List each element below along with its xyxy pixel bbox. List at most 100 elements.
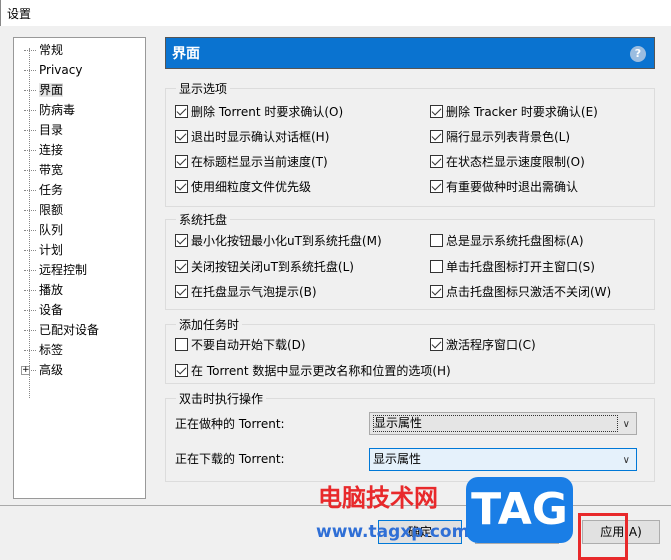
tray-group: 系统托盘 最小化按钮最小化uT到系统托盘(M) 总是显示系统托盘图标(A) 关闭按钮…	[165, 211, 655, 310]
sidebar-item[interactable]: 常规	[24, 41, 63, 59]
option-checkbox[interactable]: 不要自动开始下载(D)	[175, 337, 306, 353]
checkbox-icon[interactable]	[175, 130, 188, 143]
option-label: 在标题栏显示当前速度(T)	[191, 155, 328, 169]
downloading-action-select[interactable]: 显示属性 ∨	[369, 448, 637, 471]
sidebar-item[interactable]: 界面	[24, 81, 64, 99]
checkbox-icon[interactable]	[430, 285, 443, 298]
sidebar-item[interactable]: 播放	[24, 281, 63, 299]
sidebar-item[interactable]: 限额	[24, 201, 63, 219]
tree-connector	[24, 90, 36, 91]
sidebar-item[interactable]: 已配对设备	[24, 321, 99, 339]
option-checkbox[interactable]: 有重要做种时退出需确认	[430, 179, 578, 195]
option-label: 删除 Torrent 时要求确认(O)	[191, 105, 344, 119]
tree-connector	[24, 170, 36, 171]
sidebar-item[interactable]: 队列	[24, 221, 63, 239]
checkbox-icon[interactable]	[175, 259, 188, 273]
checkbox-icon[interactable]	[430, 234, 443, 247]
seeding-action-select[interactable]: 显示属性 ∨	[369, 412, 637, 435]
option-checkbox[interactable]: 最小化按钮最小化uT到系统托盘(M)	[175, 233, 382, 249]
option-checkbox[interactable]: 删除 Tracker 时要求确认(E)	[430, 104, 598, 120]
group-title: 添加任务时	[176, 316, 243, 333]
sidebar-item-label: 标签	[39, 343, 64, 357]
option-label: 点击托盘图标只激活不关闭(W)	[446, 285, 612, 299]
sidebar-item[interactable]: 连接	[24, 141, 63, 159]
display-options-group: 显示选项 删除 Torrent 时要求确认(O) 删除 Tracker 时要求确认…	[165, 80, 655, 207]
seeding-label: 正在做种的 Torrent:	[175, 417, 285, 431]
checkbox-icon[interactable]	[430, 338, 443, 351]
sidebar-item[interactable]: Privacy	[24, 61, 82, 79]
sidebar-item-label: 防病毒	[39, 103, 76, 117]
sidebar-item-label: 队列	[39, 223, 64, 237]
downloading-value: 显示属性	[373, 452, 422, 466]
tree-connector	[24, 110, 36, 111]
checkbox-icon[interactable]	[430, 130, 443, 143]
sidebar-item-label: 目录	[39, 123, 64, 137]
checkbox-icon[interactable]	[175, 364, 188, 377]
seeding-value: 显示属性	[373, 415, 618, 432]
sidebar-item-label: 远程控制	[39, 263, 88, 277]
sidebar-item-label: Privacy	[39, 63, 83, 77]
option-label: 总是显示系统托盘图标(A)	[446, 234, 584, 248]
chevron-down-icon: ∨	[622, 455, 630, 466]
sidebar-item-label: 计划	[39, 243, 64, 257]
option-checkbox[interactable]: 点击托盘图标只激活不关闭(W)	[430, 284, 611, 300]
window-title: 设置	[7, 7, 32, 21]
option-checkbox[interactable]: 单击托盘图标打开主窗口(S)	[430, 259, 595, 275]
option-checkbox[interactable]: 在标题栏显示当前速度(T)	[175, 154, 328, 170]
sidebar-item[interactable]: 带宽	[24, 161, 63, 179]
sidebar-item[interactable]: 标签	[24, 341, 63, 359]
checkbox-icon[interactable]	[175, 155, 188, 168]
option-label: 激活程序窗口(C)	[446, 338, 536, 352]
option-checkbox[interactable]: 激活程序窗口(C)	[430, 337, 536, 353]
option-checkbox[interactable]: 在托盘显示气泡提示(B)	[175, 284, 317, 300]
checkbox-icon[interactable]	[430, 259, 443, 273]
checkbox-icon[interactable]	[430, 180, 443, 193]
settings-tree[interactable]: 常规 Privacy 界面防病毒目录连接带宽任务限额队列计划远程控制播放设备已配对设…	[13, 37, 146, 499]
option-label: 单击托盘图标打开主窗口(S)	[446, 259, 595, 274]
sidebar-item[interactable]: 任务	[24, 181, 63, 199]
watermark-url: www.tagxp.com	[316, 522, 470, 542]
checkbox-icon[interactable]	[175, 180, 188, 193]
tree-connector	[24, 250, 36, 251]
checkbox-icon[interactable]	[175, 285, 188, 298]
option-checkbox[interactable]: 使用细粒度文件优先级	[175, 179, 311, 195]
checkbox-icon[interactable]	[175, 105, 188, 118]
group-title: 系统托盘	[176, 211, 231, 228]
option-label: 在状态栏显示速度限制(O)	[446, 155, 585, 169]
sidebar-item[interactable]: 设备	[24, 301, 63, 319]
tree-connector	[24, 150, 36, 151]
option-checkbox[interactable]: 隔行显示列表背景色(L)	[430, 129, 570, 145]
option-label: 退出时显示确认对话框(H)	[191, 130, 330, 144]
title-bar: 设置	[0, 0, 671, 26]
checkbox-icon[interactable]	[175, 338, 188, 351]
option-checkbox[interactable]: 删除 Torrent 时要求确认(O)	[175, 104, 343, 120]
option-label: 在托盘显示气泡提示(B)	[191, 285, 317, 299]
sidebar-item-label: 播放	[39, 283, 64, 297]
checkbox-icon[interactable]	[430, 155, 443, 168]
sidebar-item[interactable]: 远程控制	[24, 261, 87, 279]
sidebar-item[interactable]: 计划	[24, 241, 63, 259]
section-header: 界面 ?	[165, 37, 655, 69]
option-checkbox[interactable]: 退出时显示确认对话框(H)	[175, 129, 329, 145]
option-checkbox[interactable]: 在 Torrent 数据中显示更改名称和位置的选项(H)	[175, 363, 451, 379]
downloading-label: 正在下载的 Torrent:	[175, 452, 285, 466]
watermark-logo: TAG	[466, 477, 573, 543]
sidebar-item-label: 限额	[39, 203, 64, 217]
help-icon[interactable]: ?	[630, 46, 646, 62]
sidebar-item-label: 界面	[39, 83, 64, 97]
checkbox-icon[interactable]	[175, 234, 188, 247]
checkbox-icon[interactable]	[430, 105, 443, 118]
section-title: 界面	[172, 46, 200, 62]
option-checkbox[interactable]: 在状态栏显示速度限制(O)	[430, 154, 585, 170]
add-task-group: 添加任务时 不要自动开始下载(D) 激活程序窗口(C) 在 Torrent 数据中显…	[165, 316, 655, 384]
expand-icon[interactable]: +	[21, 366, 30, 375]
option-checkbox[interactable]: 总是显示系统托盘图标(A)	[430, 233, 584, 249]
option-checkbox[interactable]: 关闭按钮关闭uT到系统托盘(L)	[175, 259, 354, 275]
tree-connector	[24, 350, 36, 351]
tree-connector	[24, 330, 36, 331]
sidebar-item-label: 已配对设备	[39, 323, 100, 337]
sidebar-item[interactable]: 目录	[24, 121, 63, 139]
option-label: 最小化按钮最小化uT到系统托盘(M)	[191, 234, 382, 248]
sidebar-item-label: 设备	[39, 303, 64, 317]
sidebar-item[interactable]: 防病毒	[24, 101, 75, 119]
